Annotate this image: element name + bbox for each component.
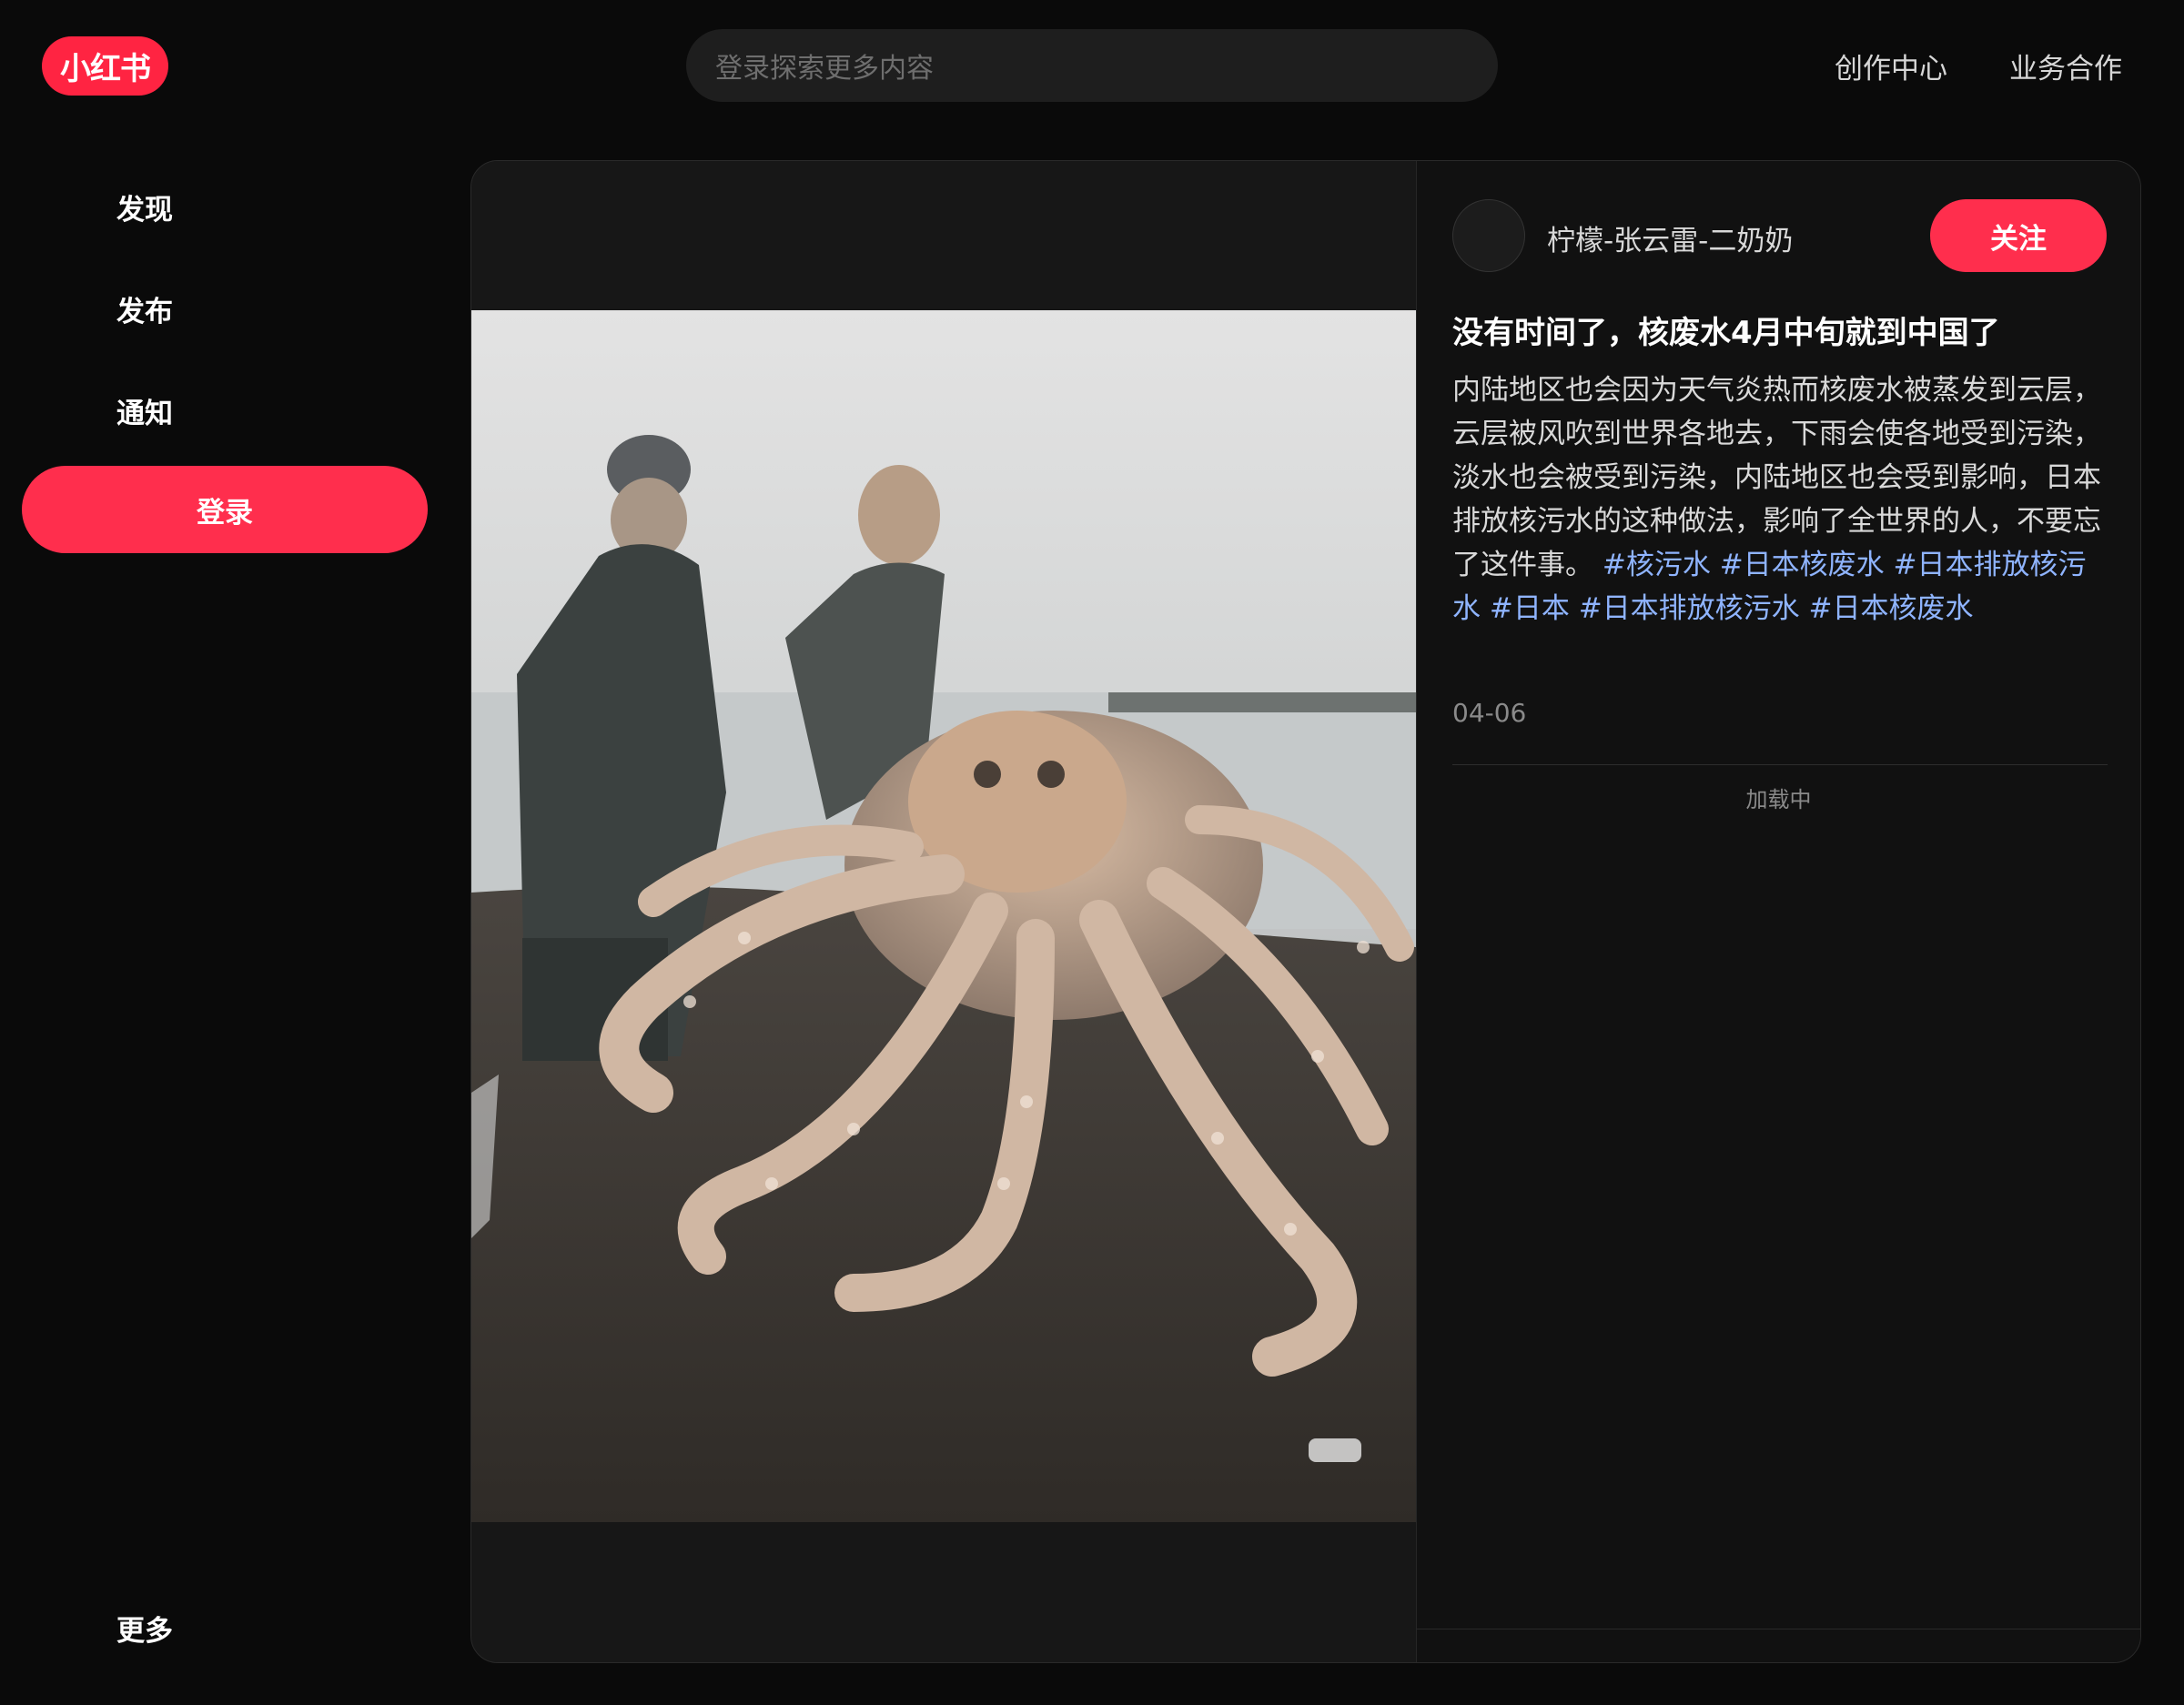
note-title: 没有时间了，核废水4月中旬就到中国了 <box>1452 315 2000 351</box>
follow-button[interactable]: 关注 <box>1930 199 2107 272</box>
hashtag-link[interactable]: #日本 <box>1490 592 1570 625</box>
sidebar-item-more[interactable]: 更多 <box>116 1608 173 1649</box>
divider <box>1452 764 2108 765</box>
note-photo[interactable] <box>471 310 1416 1522</box>
note-date: 04-06 <box>1452 698 1527 728</box>
note-detail-card: 柠檬-张云雷-二奶奶 关注 没有时间了，核废水4月中旬就到中国了 内陆地区也会因… <box>470 160 2141 1663</box>
logo[interactable]: 小红书 <box>42 36 168 96</box>
hashtag-link[interactable]: #日本核废水 <box>1720 549 1885 581</box>
creator-center-link[interactable]: 创作中心 <box>1835 45 1947 86</box>
note-description: 内陆地区也会因为天气炎热而核废水被蒸发到云层，云层被风吹到世界各地去，下雨会使各… <box>1452 368 2108 631</box>
note-info-panel: 柠檬-张云雷-二奶奶 关注 没有时间了，核废水4月中旬就到中国了 内陆地区也会因… <box>1416 161 2140 1662</box>
author-name[interactable]: 柠檬-张云雷-二奶奶 <box>1547 217 1793 258</box>
search-input[interactable]: 登录探索更多内容 <box>686 29 1498 102</box>
author-avatar[interactable] <box>1452 199 1525 272</box>
note-media <box>471 161 1416 1662</box>
loading-indicator: 加载中 <box>1745 787 1812 812</box>
hashtag-link[interactable]: #日本核废水 <box>1809 592 1974 625</box>
hashtag-link[interactable]: #日本排放核污水 <box>1579 592 1800 625</box>
sidebar-item-publish[interactable]: 发布 <box>116 288 173 329</box>
login-button[interactable]: 登录 <box>22 466 428 553</box>
business-cooperation-link[interactable]: 业务合作 <box>2009 45 2122 86</box>
sidebar-item-notifications[interactable]: 通知 <box>116 390 173 431</box>
hashtag-link[interactable]: #核污水 <box>1603 549 1711 581</box>
sidebar-item-discover[interactable]: 发现 <box>116 187 173 227</box>
